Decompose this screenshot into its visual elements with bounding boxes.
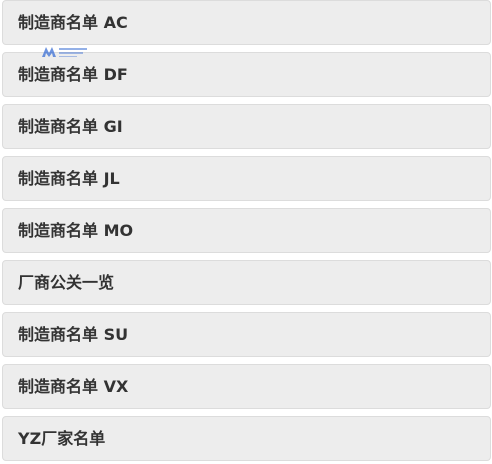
menu-item-manufacturer-su[interactable]: 制造商名单 SU	[2, 312, 491, 357]
menu-item-label: 厂商公关一览	[18, 273, 115, 292]
menu-item-label: YZ厂家名单	[18, 429, 106, 448]
menu-item-label: 制造商名单 GI	[18, 117, 123, 136]
menu-item-label: 制造商名单 SU	[18, 325, 129, 344]
menu-item-vendor-pr-overview[interactable]: 厂商公关一览	[2, 260, 491, 305]
menu-item-label: 制造商名单 MO	[18, 221, 134, 240]
menu-item-label: 制造商名单 JL	[18, 169, 120, 188]
menu-item-manufacturer-jl[interactable]: 制造商名单 JL	[2, 156, 491, 201]
menu-item-manufacturer-vx[interactable]: 制造商名单 VX	[2, 364, 491, 409]
menu-item-manufacturer-ac[interactable]: 制造商名单 AC	[2, 0, 491, 45]
menu-item-manufacturer-mo[interactable]: 制造商名单 MO	[2, 208, 491, 253]
menu-item-manufacturer-gi[interactable]: 制造商名单 GI	[2, 104, 491, 149]
menu-item-label: 制造商名单 DF	[18, 65, 128, 84]
menu-item-label: 制造商名单 AC	[18, 13, 128, 32]
site-logo-watermark-icon	[42, 44, 90, 58]
menu-item-manufacturer-yz[interactable]: YZ厂家名单	[2, 416, 491, 461]
menu-item-label: 制造商名单 VX	[18, 377, 129, 396]
